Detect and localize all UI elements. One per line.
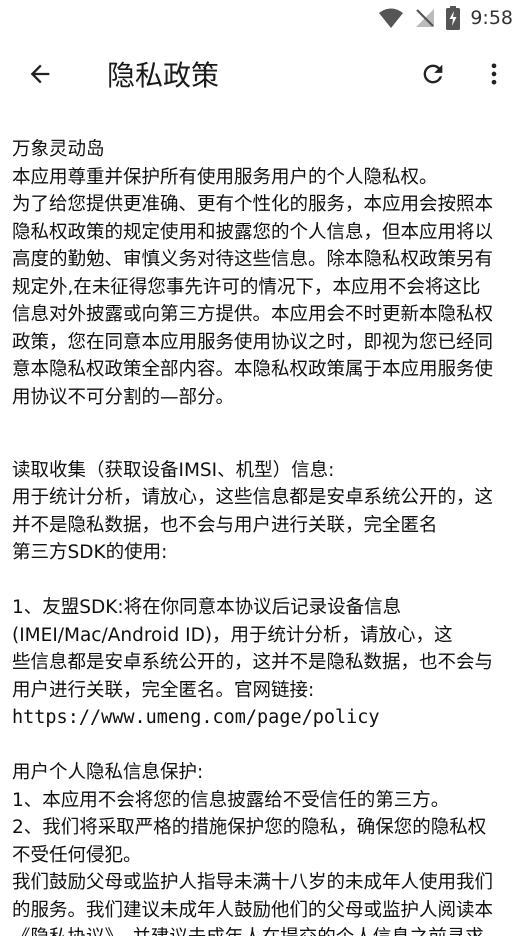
intro-line: 高度的勤勉、审慎义务对待这些信息。除本隐私权政策另有 xyxy=(12,249,494,270)
intro-section: 本应用尊重并保护所有使用服务用户的个人隐私权。 为了给您提供更准确、更有个性化的… xyxy=(12,164,512,412)
intro-line: 信息对外披露或向第三方提供。本应用会不时更新本隐私权 xyxy=(12,304,494,325)
no-signal-icon xyxy=(414,7,436,29)
collect-line: 用于统计分析，请放心，这些信息都是安卓系统公开的，这 xyxy=(12,487,494,508)
intro-line: 本应用尊重并保护所有使用服务用户的个人隐私权。 xyxy=(12,166,438,188)
protect-line: 《隐私协议》，并建议未成年人在提交的个人信息之前寻求 xyxy=(12,924,512,936)
protect-section: 用户个人隐私信息保护: 1、本应用不会将您的信息披露给不受信任的第三方。 2、我… xyxy=(12,759,512,936)
back-button[interactable] xyxy=(16,52,64,100)
protect-line: 2、我们将采取严格的措施保护您的隐私，确保您的隐私权 xyxy=(12,817,487,838)
sdk-line: (IMEI/Mac/Android ID)，用于统计分析，请放心，这 xyxy=(12,624,453,646)
protect-line: 不受任何侵犯。 xyxy=(12,844,142,866)
collect-line: 读取收集（获取设备IMSI、机型）信息: xyxy=(12,459,335,481)
sdk-policy-link[interactable]: https://www.umeng.com/page/policy xyxy=(12,704,512,732)
status-bar: 9:58 xyxy=(0,0,527,36)
collect-line: 第三方SDK的使用: xyxy=(12,542,168,563)
intro-line: 用协议不可分割的—部分。 xyxy=(12,386,235,408)
refresh-button[interactable] xyxy=(409,52,457,100)
arrow-back-icon xyxy=(26,60,54,92)
intro-line: 隐私权政策的规定使用和披露您的个人信息，但本应用将以 xyxy=(12,221,494,243)
page-title: 隐私政策 xyxy=(107,59,220,92)
sdk-line: 用户进行关联，完全匿名。官网链接: xyxy=(12,679,315,701)
refresh-icon xyxy=(419,60,447,92)
sdk-line: 些信息都是安卓系统公开的，这并不是隐私数据，也不会与 xyxy=(12,652,494,673)
intro-line: 规定外,在未征得您事先许可的情况下，本应用不会将这比 xyxy=(12,276,481,298)
collect-line: 并不是隐私数据，也不会与用户进行关联，完全匿名 xyxy=(12,514,438,536)
policy-content: 万象灵动岛 本应用尊重并保护所有使用服务用户的个人隐私权。 为了给您提供更准确、… xyxy=(12,136,512,936)
protect-line: 用户个人隐私信息保护: xyxy=(12,762,204,783)
protect-line: 我们鼓励父母或监护人指导未满十八岁的未成年人使用我们 xyxy=(12,872,494,893)
sdk-line: 1、友盟SDK:将在你同意本协议后记录设备信息 xyxy=(12,597,402,618)
wifi-icon xyxy=(378,7,404,29)
status-time: 9:58 xyxy=(470,7,513,29)
battery-charging-icon xyxy=(446,6,461,30)
intro-line: 意本隐私权政策全部内容。本隐私权政策属于本应用服务使 xyxy=(12,359,494,380)
intro-line: 政策，您在同意本应用服务使用协议之时，即视为您已经同 xyxy=(12,331,494,353)
collect-section: 读取收集（获取设备IMSI、机型）信息: 用于统计分析，请放心，这些信息都是安卓… xyxy=(12,457,512,567)
protect-line: 的服务。我们建议未成年人鼓励他们的父母或监护人阅读本 xyxy=(12,899,494,921)
app-bar: 隐私政策 xyxy=(0,36,527,116)
protect-line: 1、本应用不会将您的信息披露给不受信任的第三方。 xyxy=(12,789,450,811)
intro-line: 为了给您提供更准确、更有个性化的服务，本应用会按照本 xyxy=(12,194,494,215)
more-options-button[interactable] xyxy=(470,52,518,100)
more-vert-icon xyxy=(480,60,508,92)
sdk-section: 1、友盟SDK:将在你同意本协议后记录设备信息 (IMEI/Mac/Androi… xyxy=(12,594,512,732)
app-name: 万象灵动岛 xyxy=(12,139,105,160)
